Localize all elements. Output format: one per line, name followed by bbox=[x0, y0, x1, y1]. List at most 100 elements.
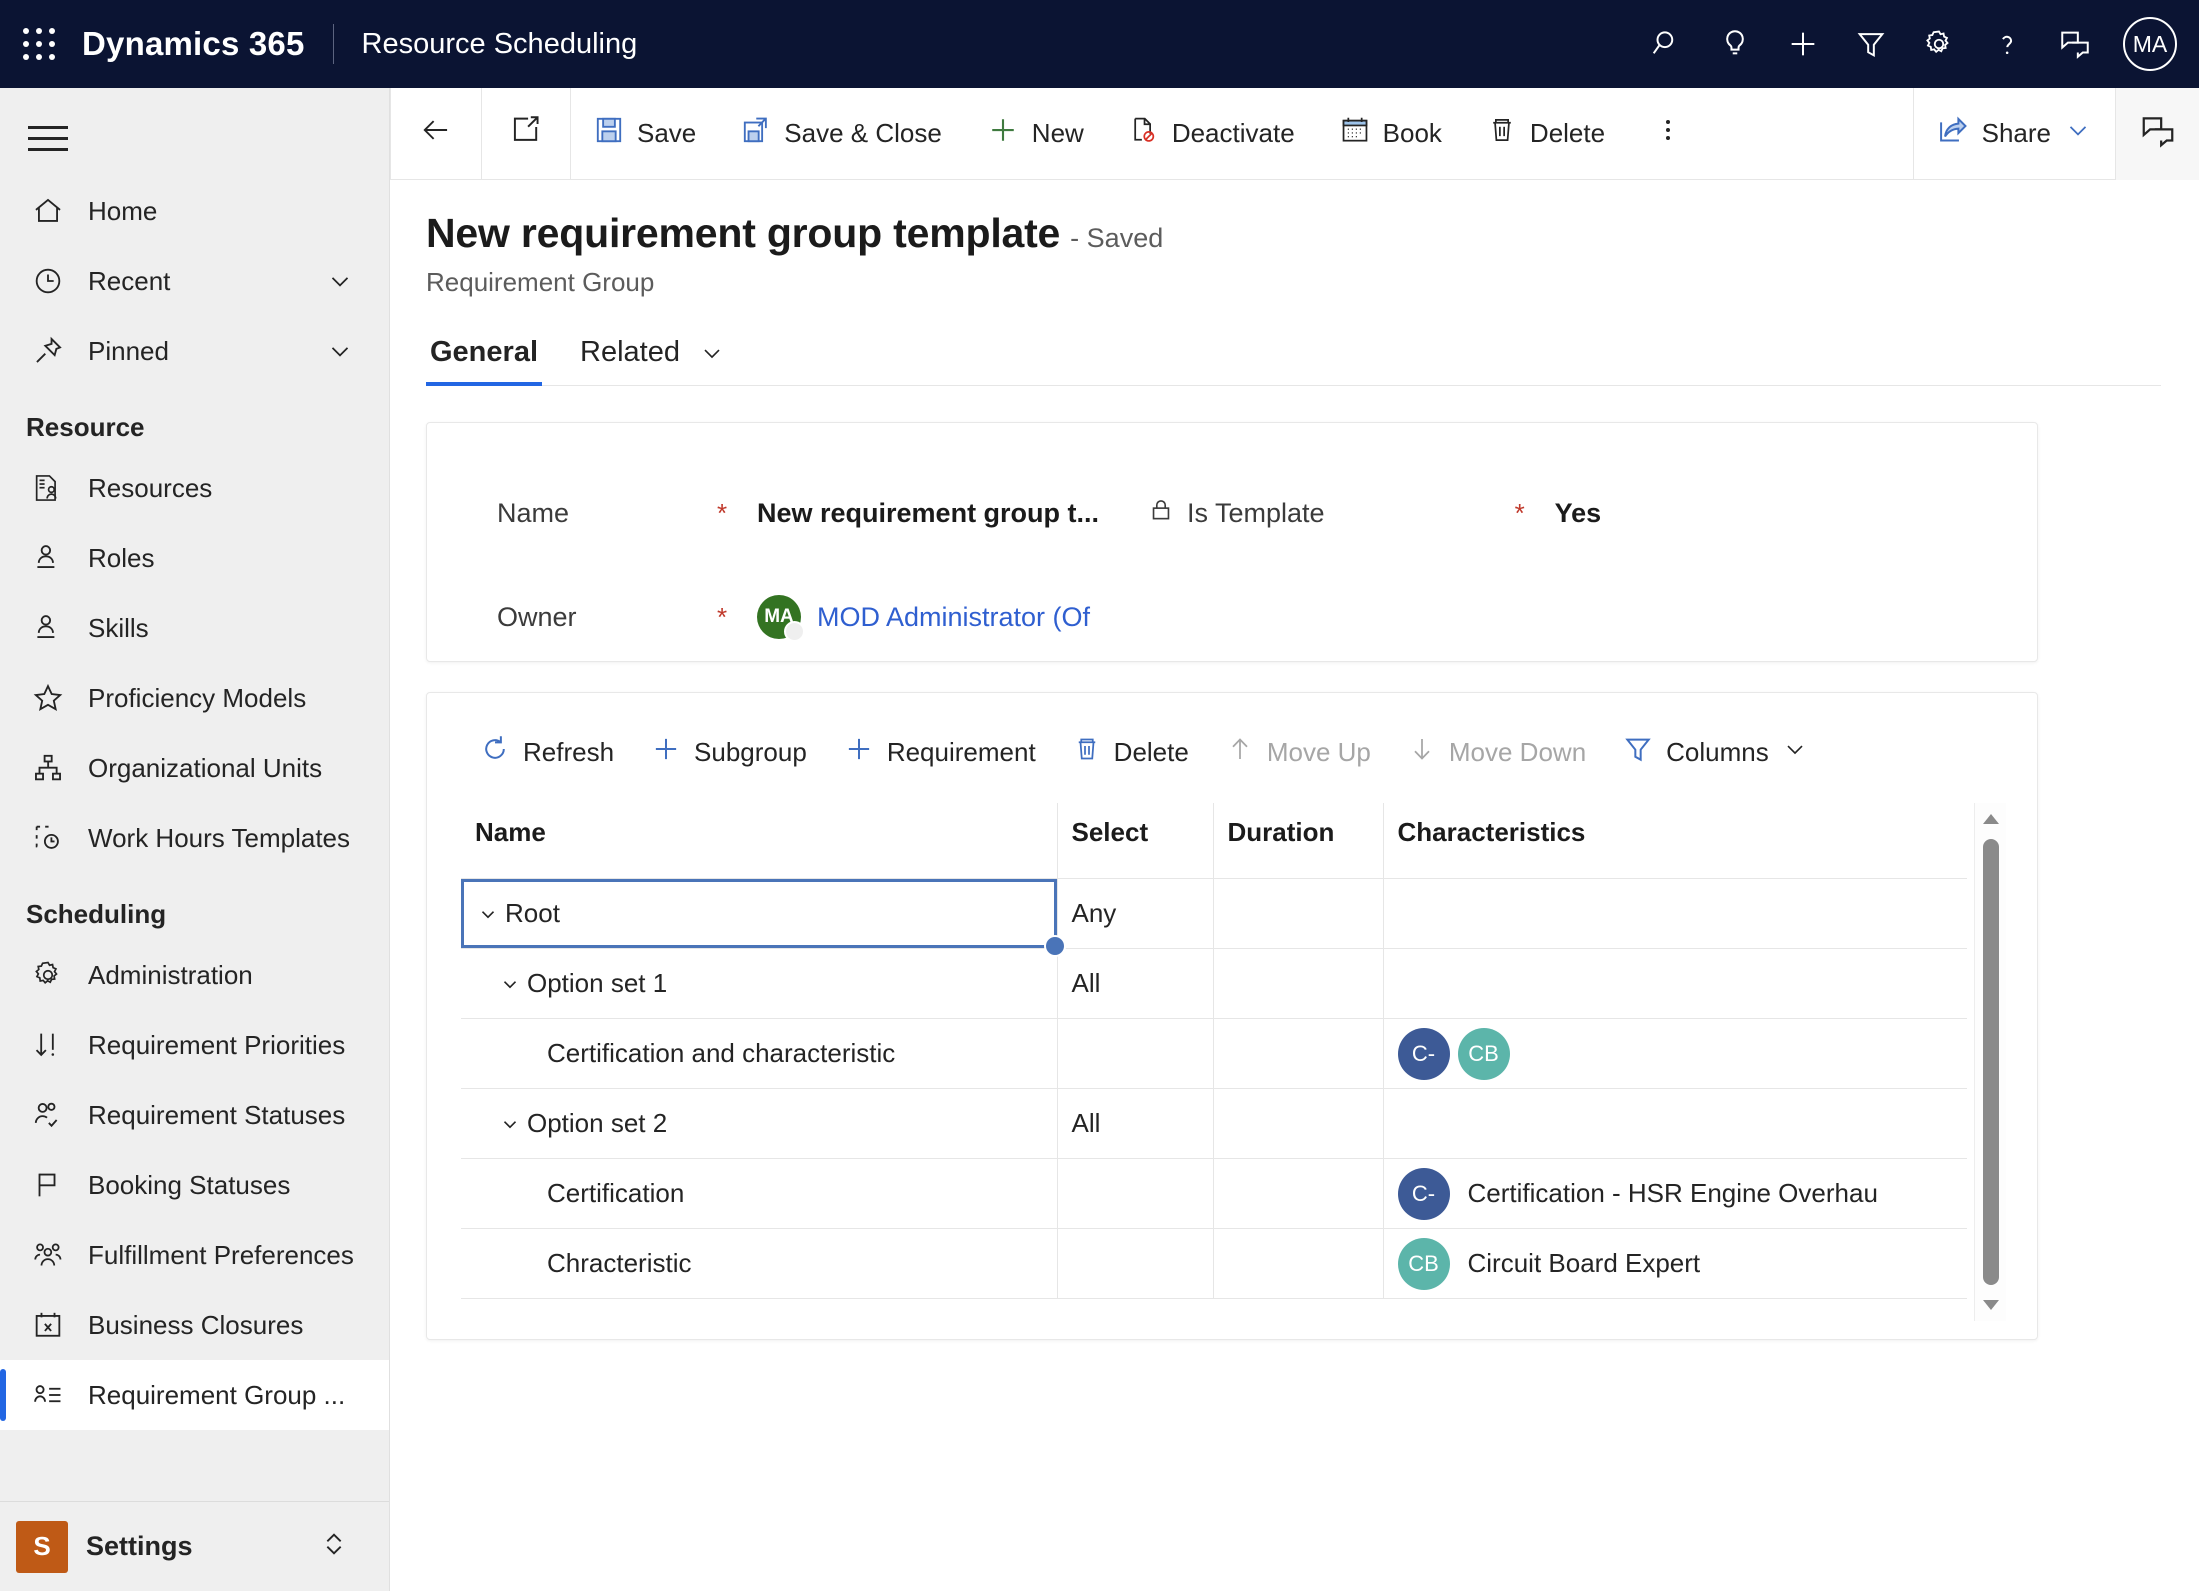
characteristic-chip[interactable]: C- bbox=[1397, 1027, 1450, 1080]
row-characteristics-cell[interactable]: CB Circuit Board Expert bbox=[1383, 1228, 1967, 1299]
refresh-button[interactable]: Refresh bbox=[461, 721, 632, 783]
characteristic-chip[interactable]: CB bbox=[1397, 1237, 1450, 1290]
filter-icon[interactable] bbox=[1837, 0, 1905, 88]
column-header-duration[interactable]: Duration bbox=[1213, 803, 1384, 879]
chat-panel-button[interactable] bbox=[2115, 87, 2199, 180]
save-button[interactable]: Save bbox=[571, 88, 718, 180]
save-and-close-button[interactable]: Save & Close bbox=[718, 88, 964, 180]
characteristic-chip[interactable]: C- bbox=[1397, 1167, 1450, 1220]
triangle-up-icon[interactable] bbox=[1981, 803, 2001, 835]
move-up-button[interactable]: Move Up bbox=[1207, 721, 1389, 783]
row-name-cell[interactable]: Root bbox=[461, 878, 1066, 957]
sidebar-item-pinned[interactable]: Pinned bbox=[0, 316, 389, 386]
table-row[interactable]: Chracteristic CB Circuit Board Expert bbox=[461, 1228, 1967, 1299]
sidebar-item-administration[interactable]: Administration bbox=[0, 940, 389, 1010]
column-header-name[interactable]: Name bbox=[461, 803, 1058, 879]
row-duration-cell[interactable] bbox=[1213, 1158, 1384, 1229]
question-icon[interactable] bbox=[1973, 0, 2041, 88]
columns-button[interactable]: Columns bbox=[1604, 721, 1827, 783]
row-characteristics-cell[interactable]: C- Certification - HSR Engine Overhau bbox=[1383, 1158, 1967, 1229]
app-name[interactable]: Resource Scheduling bbox=[362, 28, 638, 61]
sidebar-item-resources[interactable]: Resources bbox=[0, 453, 389, 523]
sidebar-item-booking-statuses[interactable]: Booking Statuses bbox=[0, 1150, 389, 1220]
chevron-down-icon[interactable] bbox=[497, 1113, 523, 1135]
move-down-button[interactable]: Move Down bbox=[1389, 721, 1604, 783]
search-icon[interactable] bbox=[1633, 0, 1701, 88]
row-duration-cell[interactable] bbox=[1213, 1228, 1384, 1299]
sidebar-item-proficiency-models[interactable]: Proficiency Models bbox=[0, 663, 389, 733]
chevron-down-icon[interactable] bbox=[2063, 115, 2093, 152]
tab-general[interactable]: General bbox=[426, 336, 542, 386]
sidebar-item-work-hours-templates[interactable]: Work Hours Templates bbox=[0, 803, 389, 873]
share-button[interactable]: Share bbox=[1914, 88, 2115, 180]
chevron-down-icon[interactable] bbox=[325, 266, 355, 296]
row-select-cell[interactable]: All bbox=[1057, 1088, 1214, 1159]
row-characteristics-cell[interactable] bbox=[1383, 1088, 1967, 1159]
row-characteristics-cell[interactable] bbox=[1383, 878, 1967, 949]
new-button[interactable]: New bbox=[964, 88, 1106, 180]
sidebar-footer[interactable]: S Settings bbox=[0, 1501, 389, 1591]
row-duration-cell[interactable] bbox=[1213, 948, 1384, 1019]
sidebar-item-requirement-priorities[interactable]: Requirement Priorities bbox=[0, 1010, 389, 1080]
triangle-down-icon[interactable] bbox=[1981, 1289, 2001, 1321]
column-header-characteristics[interactable]: Characteristics bbox=[1383, 803, 1967, 879]
row-characteristics-cell[interactable]: C- CB bbox=[1383, 1018, 1967, 1089]
table-row[interactable]: Option set 1 All bbox=[461, 948, 1967, 1019]
scrollbar-thumb[interactable] bbox=[1982, 839, 1999, 1285]
row-name-cell[interactable]: Chracteristic bbox=[461, 1228, 1058, 1299]
sidebar-item-requirement-statuses[interactable]: Requirement Statuses bbox=[0, 1080, 389, 1150]
grid-vertical-scrollbar[interactable] bbox=[1974, 803, 2006, 1321]
tab-related[interactable]: Related bbox=[576, 336, 730, 385]
sidebar-item-home[interactable]: Home bbox=[0, 176, 389, 246]
sidebar-item-fulfillment-preferences[interactable]: Fulfillment Preferences bbox=[0, 1220, 389, 1290]
sidebar-item-skills[interactable]: Skills bbox=[0, 593, 389, 663]
row-duration-cell[interactable] bbox=[1213, 878, 1384, 949]
subgroup-button[interactable]: Subgroup bbox=[632, 721, 825, 783]
name-field[interactable]: New requirement group t... bbox=[757, 498, 1147, 529]
lightbulb-icon[interactable] bbox=[1701, 0, 1769, 88]
overflow-menu-button[interactable] bbox=[1627, 88, 1709, 180]
row-name-cell[interactable]: Option set 1 bbox=[461, 948, 1058, 1019]
table-row[interactable]: Root Any bbox=[461, 878, 1967, 957]
sidebar-item-organizational-units[interactable]: Organizational Units bbox=[0, 733, 389, 803]
row-name-cell[interactable]: Certification bbox=[461, 1158, 1058, 1229]
book-button[interactable]: Book bbox=[1317, 88, 1464, 180]
chevron-down-icon[interactable] bbox=[497, 973, 523, 995]
row-characteristics-cell[interactable] bbox=[1383, 948, 1967, 1019]
requirement-button[interactable]: Requirement bbox=[825, 721, 1054, 783]
plus-icon[interactable] bbox=[1769, 0, 1837, 88]
deactivate-button[interactable]: Deactivate bbox=[1106, 88, 1317, 180]
chevron-down-icon[interactable] bbox=[325, 336, 355, 366]
row-select-cell[interactable]: All bbox=[1057, 948, 1214, 1019]
row-select-cell[interactable] bbox=[1057, 1158, 1214, 1229]
row-duration-cell[interactable] bbox=[1213, 1088, 1384, 1159]
sidebar-item-business-closures[interactable]: Business Closures bbox=[0, 1290, 389, 1360]
chevron-updown-icon[interactable] bbox=[318, 1528, 350, 1565]
feedback-icon[interactable] bbox=[2041, 0, 2109, 88]
app-launcher-icon[interactable] bbox=[22, 27, 56, 61]
chevron-down-icon[interactable] bbox=[1781, 735, 1809, 770]
chevron-down-icon[interactable] bbox=[475, 903, 501, 925]
grid-delete-button[interactable]: Delete bbox=[1054, 721, 1207, 783]
sidebar-item-roles[interactable]: Roles bbox=[0, 523, 389, 593]
row-name-cell[interactable]: Option set 2 bbox=[461, 1088, 1058, 1159]
gear-icon[interactable] bbox=[1905, 0, 1973, 88]
row-select-cell[interactable]: Any bbox=[1057, 878, 1214, 949]
open-in-new-button[interactable] bbox=[482, 88, 570, 180]
owner-field[interactable]: MOD Administrator (Of bbox=[817, 602, 1090, 633]
avatar[interactable]: MA bbox=[2123, 17, 2177, 71]
row-select-cell[interactable] bbox=[1057, 1018, 1214, 1089]
delete-button[interactable]: Delete bbox=[1464, 88, 1627, 180]
brand-title[interactable]: Dynamics 365 bbox=[82, 25, 305, 63]
sidebar-item-requirement-group-templates[interactable]: Requirement Group ... bbox=[0, 1360, 389, 1430]
column-header-select[interactable]: Select bbox=[1057, 803, 1214, 879]
scrollbar-track[interactable] bbox=[1975, 835, 2006, 1289]
hamburger-menu-icon[interactable] bbox=[20, 110, 76, 166]
back-button[interactable] bbox=[391, 88, 481, 180]
sidebar-item-recent[interactable]: Recent bbox=[0, 246, 389, 316]
chevron-down-icon[interactable] bbox=[698, 339, 726, 367]
table-row[interactable]: Certification C- Certification - HSR Eng… bbox=[461, 1158, 1967, 1229]
row-select-cell[interactable] bbox=[1057, 1228, 1214, 1299]
is-template-field[interactable]: Yes bbox=[1555, 498, 1602, 529]
characteristic-chip[interactable]: CB bbox=[1457, 1027, 1510, 1080]
